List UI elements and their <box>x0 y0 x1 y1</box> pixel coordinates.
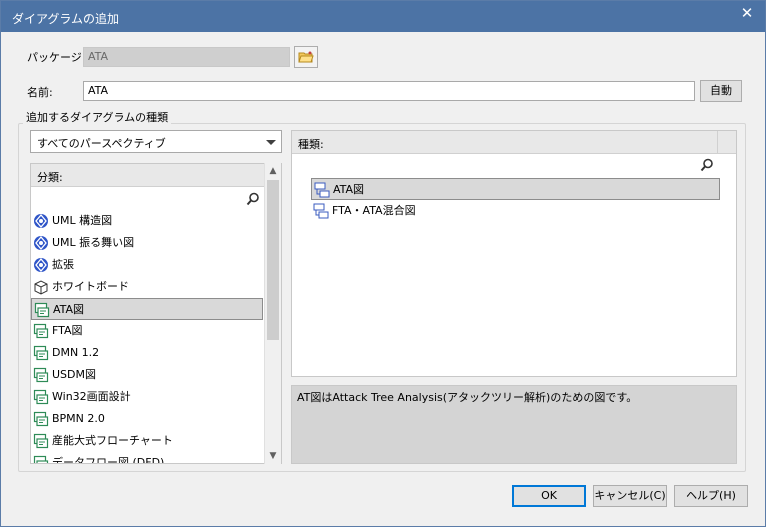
category-item[interactable]: UML 構造図 <box>31 210 263 232</box>
header-separator <box>717 131 718 153</box>
name-input[interactable]: ATA <box>83 81 695 101</box>
category-item[interactable]: FTA図 <box>31 320 263 342</box>
cancel-button[interactable]: キャンセル(C) <box>593 485 667 507</box>
search-icon[interactable] <box>246 192 260 206</box>
category-header: 分類: <box>31 164 265 187</box>
category-item[interactable]: ホワイトボード <box>31 276 263 298</box>
chevron-down-icon <box>266 140 276 145</box>
type-item[interactable]: ATA図 <box>311 178 720 200</box>
type-item[interactable]: FTA・ATA混合図 <box>311 200 720 222</box>
category-item[interactable]: BPMN 2.0 <box>31 408 263 430</box>
uml-behavior-icon <box>33 235 49 251</box>
category-item[interactable]: UML 振る舞い図 <box>31 232 263 254</box>
scroll-up-icon[interactable]: ▲ <box>265 163 281 179</box>
auto-name-button[interactable]: 自動 <box>700 80 742 102</box>
category-item[interactable]: データフロー図 (DFD) <box>31 452 263 464</box>
dfd-icon <box>33 455 49 463</box>
category-item[interactable]: DMN 1.2 <box>31 342 263 364</box>
scroll-thumb[interactable] <box>267 180 279 340</box>
category-item-label: USDM図 <box>52 368 96 381</box>
scroll-down-icon[interactable]: ▼ <box>265 448 281 464</box>
bpmn-icon <box>33 411 49 427</box>
category-item-label: UML 構造図 <box>52 214 113 227</box>
category-item[interactable]: USDM図 <box>31 364 263 386</box>
group-title: 追加するダイアグラムの種類 <box>23 109 172 125</box>
dmn-icon <box>33 345 49 361</box>
perspective-dropdown[interactable]: すべてのパースペクティブ <box>30 130 282 153</box>
category-item-label: DMN 1.2 <box>52 346 100 359</box>
category-item-label: ホワイトボード <box>52 280 129 293</box>
whiteboard-icon <box>33 279 49 295</box>
title-bar: ダイアグラムの追加 ✕ <box>1 1 765 32</box>
ok-button[interactable]: OK <box>512 485 586 507</box>
category-item-label: ATA図 <box>53 303 85 316</box>
category-item[interactable]: 拡張 <box>31 254 263 276</box>
dialog-title: ダイアグラムの追加 <box>12 12 120 26</box>
help-button[interactable]: ヘルプ(H) <box>674 485 748 507</box>
package-field: ATA <box>83 47 290 67</box>
usdm-icon <box>33 367 49 383</box>
diagram-description: AT図はAttack Tree Analysis(アタックツリー解析)のための図… <box>291 385 737 464</box>
type-item-label: FTA・ATA混合図 <box>332 204 416 217</box>
fta-diagram-icon <box>33 323 49 339</box>
category-item-label: データフロー図 (DFD) <box>52 456 165 464</box>
folder-icon <box>298 51 314 63</box>
category-panel: 分類: UML 構造図 UML 振る舞い図 拡張ホワイトボード ATA図 FTA図 DMN… <box>30 163 282 464</box>
perspective-selected: すべてのパースペクティブ <box>37 137 166 150</box>
types-header: 種類: <box>292 131 736 154</box>
category-item-label: 産能大式フローチャート <box>52 434 173 447</box>
close-icon[interactable]: ✕ <box>729 1 765 25</box>
flowchart-icon <box>33 433 49 449</box>
category-item-label: FTA図 <box>52 324 83 337</box>
ata-type-icon <box>314 182 330 198</box>
add-diagram-dialog: ダイアグラムの追加 ✕ パッケージ: ATA 名前: ATA 自動 追加するダイ… <box>0 0 766 527</box>
category-item-label: Win32画面設計 <box>52 390 131 403</box>
browse-package-button[interactable] <box>294 46 318 68</box>
category-item-label: BPMN 2.0 <box>52 412 105 425</box>
package-label: パッケージ: <box>27 51 86 64</box>
category-item[interactable]: 産能大式フローチャート <box>31 430 263 452</box>
name-label: 名前: <box>27 86 53 99</box>
search-icon[interactable] <box>700 158 714 172</box>
types-panel: 種類: ATA図 FTA・ATA混合図 <box>291 130 737 377</box>
category-item[interactable]: Win32画面設計 <box>31 386 263 408</box>
uml-structure-icon <box>33 213 49 229</box>
category-item-label: 拡張 <box>52 258 74 271</box>
fta-ata-type-icon <box>313 203 329 219</box>
category-item[interactable]: ATA図 <box>31 298 263 320</box>
category-item-label: UML 振る舞い図 <box>52 236 135 249</box>
type-item-label: ATA図 <box>333 183 365 196</box>
win32-icon <box>33 389 49 405</box>
extension-icon <box>33 257 49 273</box>
category-scrollbar[interactable]: ▲ ▼ <box>264 163 281 464</box>
ata-diagram-icon <box>34 302 50 318</box>
